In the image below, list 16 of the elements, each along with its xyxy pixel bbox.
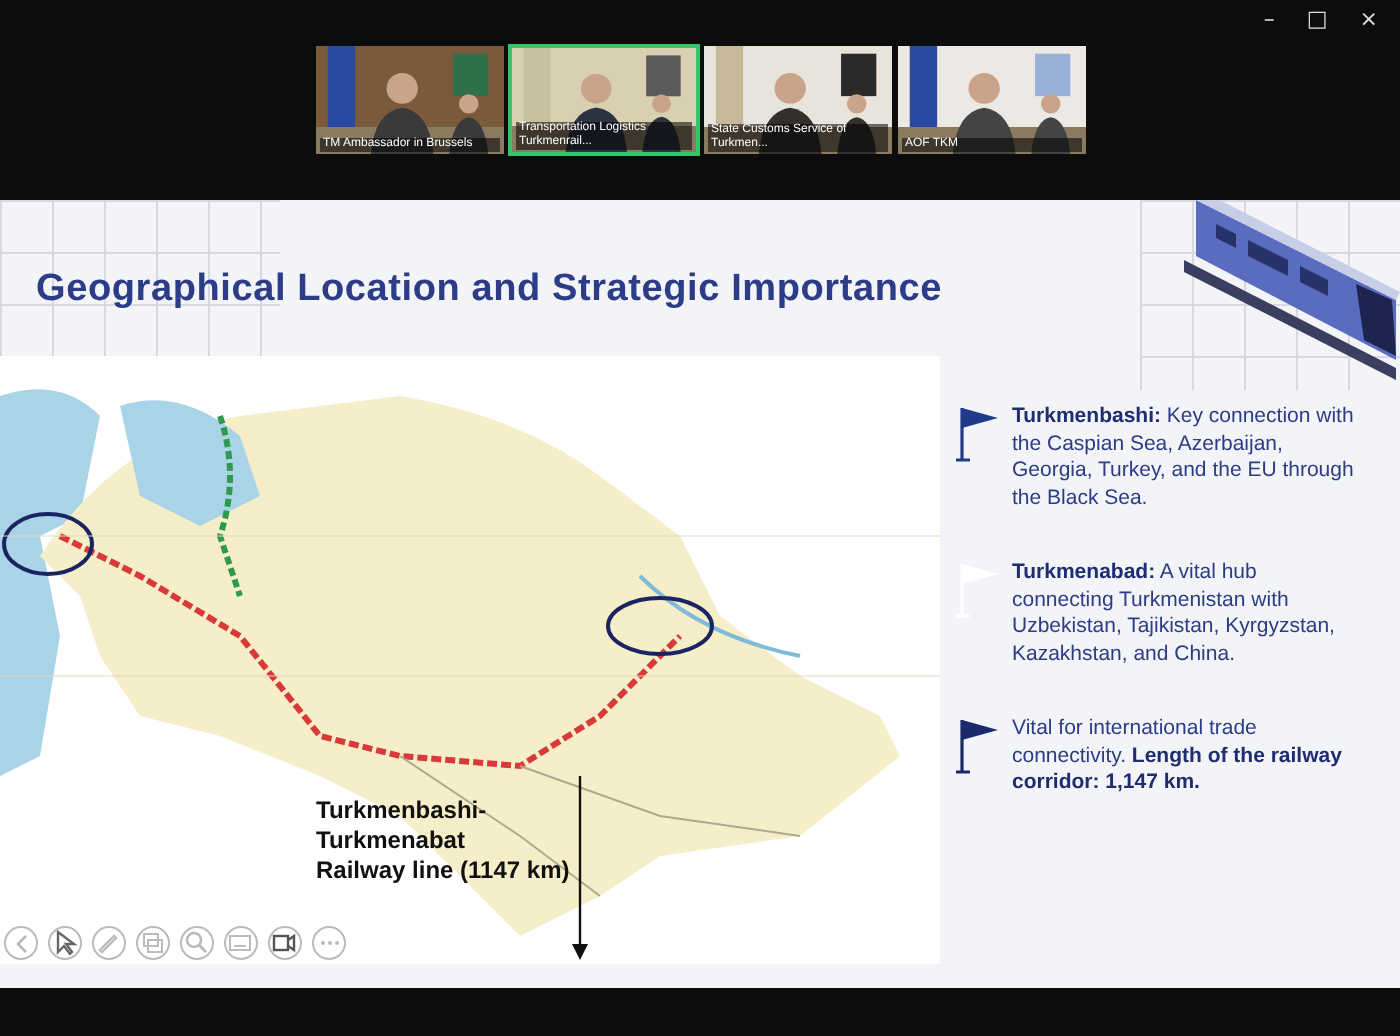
cursor-icon: [52, 930, 78, 956]
bullet-text: Turkmenabad: A vital hub connecting Turkmenistan with Uzbekistan, Tajikistan, Kyrgyzstan, Kazakhstan, and China.: [1012, 560, 1337, 668]
bullet-text: Vital for international trade connectivity. Length of the railway corridor: 1,147 km.: [1012, 716, 1344, 797]
search-icon: [184, 930, 210, 956]
bullet-text: Turkmenbashi: Key connection with the Caspian Sea, Azerbaijan, Georgia, Turkey, and the EU through the Black Sea.: [1012, 404, 1356, 512]
subtitles-icon: [228, 930, 254, 956]
slide-title: Geographical Location and Strategic Importance: [36, 268, 944, 312]
pen-icon: [96, 930, 122, 956]
maximize-button[interactable]: □: [1300, 6, 1334, 32]
minimize-button[interactable]: –: [1257, 6, 1281, 32]
more-icon: [319, 940, 339, 946]
map-annotation: Turkmenbashi- Turkmenabat Railway line (1147 km): [316, 796, 570, 886]
slides-icon: [140, 930, 166, 956]
caret-icon: [15, 933, 27, 953]
camera-icon: [272, 930, 298, 956]
close-button[interactable]: ×: [1353, 6, 1384, 32]
